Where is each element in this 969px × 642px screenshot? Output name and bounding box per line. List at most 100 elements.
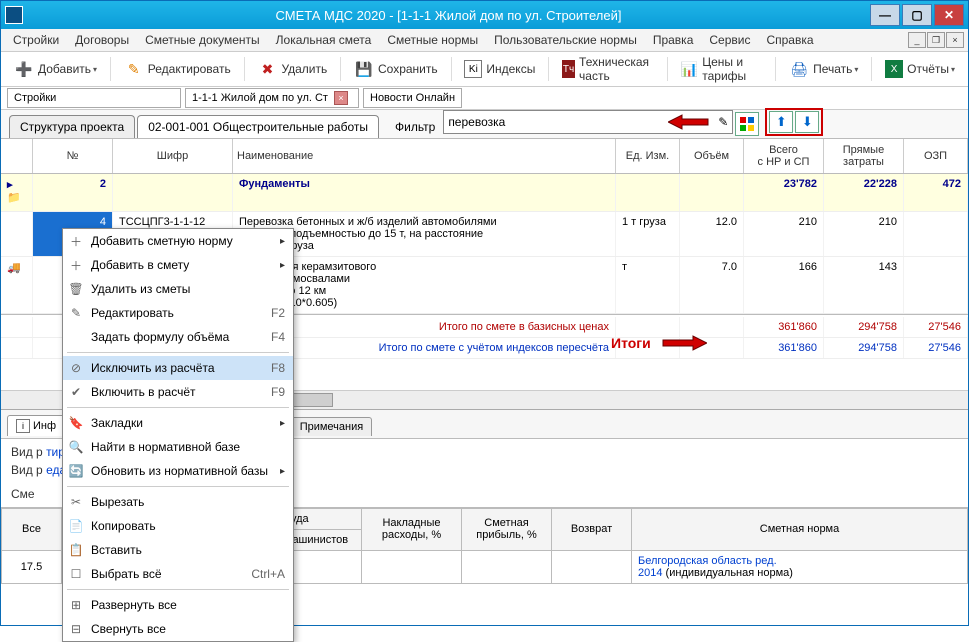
th-total: Все: [2, 508, 62, 550]
delete-icon: ✖: [257, 59, 277, 79]
close-button[interactable]: ✕: [934, 4, 964, 26]
maximize-button[interactable]: ▢: [902, 4, 932, 26]
menubar: Стройки Договоры Сметные документы Локал…: [1, 29, 968, 52]
cell-norm[interactable]: Белгородская область ред. 2014 (индивиду…: [632, 550, 968, 583]
plus-icon: ＋: [67, 233, 85, 249]
save-button[interactable]: 💾Сохранить: [347, 55, 445, 83]
close-tab-icon[interactable]: ×: [334, 91, 348, 105]
index-button[interactable]: KiИндексы: [457, 56, 542, 82]
pencil-icon: ✎: [67, 305, 85, 321]
ctx-add-estimate[interactable]: ＋Добавить в смету▸: [63, 253, 293, 277]
ctx-edit[interactable]: ✎РедактироватьF2: [63, 301, 293, 325]
copy-icon: 📄: [67, 518, 85, 534]
mdi-close-button[interactable]: ×: [946, 32, 964, 48]
menu-item[interactable]: Пользовательские нормы: [486, 31, 645, 49]
prices-button[interactable]: 📊Цены и тарифы: [674, 51, 770, 87]
menu-item[interactable]: Сметные документы: [137, 31, 268, 49]
menu-item[interactable]: Сервис: [701, 31, 758, 49]
filter-prev-button[interactable]: ⬆: [769, 111, 793, 133]
grid-header: № Шифр Наименование Ед. Изм. Объём Всего…: [1, 139, 968, 174]
reports-button[interactable]: XОтчёты▾: [878, 56, 962, 82]
ctx-cut[interactable]: ✂Вырезать: [63, 490, 293, 514]
breadcrumb-root[interactable]: Стройки: [7, 88, 181, 108]
pencil-icon: ✎: [124, 59, 144, 79]
col-name[interactable]: Наименование: [233, 139, 616, 173]
refresh-icon: 🔄: [67, 463, 85, 479]
search-icon: 🔍: [67, 439, 85, 455]
tab-works[interactable]: 02-001-001 Общестроительные работы: [137, 115, 379, 138]
app-icon: [5, 6, 23, 24]
index-icon: Ki: [464, 60, 482, 78]
nav-arrows-highlight: ⬆ ⬇: [765, 108, 823, 136]
ctx-find[interactable]: 🔍Найти в нормативной базе: [63, 435, 293, 459]
th-overheads: Накладные расходы, %: [362, 508, 462, 550]
menu-item[interactable]: Правка: [645, 31, 702, 49]
col-unit[interactable]: Ед. Изм.: [616, 139, 680, 173]
add-button[interactable]: ➕Добавить▾: [7, 55, 104, 83]
col-total[interactable]: Всего с НР и СП: [744, 139, 824, 173]
tab-info[interactable]: iИнф: [7, 415, 65, 436]
paste-icon: 📋: [67, 542, 85, 558]
mdi-minimize-button[interactable]: _: [908, 32, 926, 48]
window-title: СМЕТА МДС 2020 - [1-1-1 Жилой дом по ул.…: [29, 8, 868, 23]
ctx-collapse-all[interactable]: ⊟Свернуть все: [63, 617, 293, 641]
menu-item[interactable]: Справка: [758, 31, 821, 49]
section-row[interactable]: ▸📁 2 Фундаменты 23'782 22'228 472: [1, 174, 968, 212]
minimize-button[interactable]: —: [870, 4, 900, 26]
ctx-delete[interactable]: 🗑Удалить из сметы: [63, 277, 293, 301]
cut-icon: ✂: [67, 494, 85, 510]
mdi-restore-button[interactable]: ❐: [927, 32, 945, 48]
tab-row: Структура проекта 02-001-001 Общестроите…: [1, 110, 968, 139]
ctx-copy[interactable]: 📄Копировать: [63, 514, 293, 538]
delete-button[interactable]: ✖Удалить: [250, 55, 334, 83]
menu-item[interactable]: Договоры: [67, 31, 137, 49]
tab-notes[interactable]: Примечания: [291, 417, 373, 436]
breadcrumb-bar: Стройки 1-1-1 Жилой дом по ул. Ст× Новос…: [1, 87, 968, 110]
ctx-exclude[interactable]: ⊘Исключить из расчётаF8: [63, 356, 293, 380]
th-profit: Сметная прибыль, %: [462, 508, 552, 550]
titlebar: СМЕТА МДС 2020 - [1-1-1 Жилой дом по ул.…: [1, 1, 968, 29]
col-no[interactable]: №: [33, 139, 113, 173]
ctx-expand-all[interactable]: ⊞Развернуть все: [63, 593, 293, 617]
ctx-paste[interactable]: 📋Вставить: [63, 538, 293, 562]
truck-icon: 🚚: [7, 262, 21, 274]
th-return: Возврат: [552, 508, 632, 550]
plus-icon: ＋: [67, 257, 85, 273]
tech-button[interactable]: ТчТехническая часть: [555, 51, 661, 87]
menu-item[interactable]: Стройки: [5, 31, 67, 49]
palette-button[interactable]: [735, 112, 759, 136]
folder-icon: 📁: [7, 191, 23, 207]
ctx-select-all[interactable]: ☐Выбрать всёCtrl+A: [63, 562, 293, 586]
tech-icon: Тч: [562, 60, 575, 78]
menu-item[interactable]: Сметные нормы: [379, 31, 486, 49]
breadcrumb-doc[interactable]: 1-1-1 Жилой дом по ул. Ст×: [185, 88, 359, 108]
col-vol[interactable]: Объём: [680, 139, 744, 173]
ctx-bookmarks[interactable]: 🔖Закладки▸: [63, 411, 293, 435]
filter-next-button[interactable]: ⬇: [795, 111, 819, 133]
menu-item[interactable]: Локальная смета: [268, 31, 380, 49]
print-button[interactable]: 🖨Печать▾: [782, 55, 865, 83]
ctx-formula[interactable]: Задать формулу объёмаF4: [63, 325, 293, 349]
edit-button[interactable]: ✎Редактировать: [117, 55, 238, 83]
totals-annotation: Итоги: [611, 334, 707, 352]
formula-icon: [67, 329, 85, 345]
save-icon: 💾: [354, 59, 374, 79]
bookmark-icon: 🔖: [67, 415, 85, 431]
excel-icon: X: [885, 60, 903, 78]
ctx-add-norm[interactable]: ＋Добавить сметную норму▸: [63, 229, 293, 253]
breadcrumb-news[interactable]: Новости Онлайн: [363, 88, 462, 108]
tab-structure[interactable]: Структура проекта: [9, 115, 135, 138]
ctx-include[interactable]: ✔Включить в расчётF9: [63, 380, 293, 404]
cell-total: 17.5: [2, 550, 62, 583]
tree-toggle[interactable]: ▸📁: [1, 174, 33, 211]
col-direct[interactable]: Прямые затраты: [824, 139, 904, 173]
col-code[interactable]: Шифр: [113, 139, 233, 173]
exclude-icon: ⊘: [67, 360, 85, 376]
select-all-icon: ☐: [67, 566, 85, 582]
plus-icon: ➕: [14, 59, 34, 79]
filter-input[interactable]: перевозка ✎: [443, 110, 733, 134]
col-ozp[interactable]: ОЗП: [904, 139, 968, 173]
chart-icon: 📊: [681, 59, 698, 79]
ctx-refresh[interactable]: 🔄Обновить из нормативной базы▸: [63, 459, 293, 483]
context-menu: ＋Добавить сметную норму▸ ＋Добавить в сме…: [62, 228, 294, 642]
